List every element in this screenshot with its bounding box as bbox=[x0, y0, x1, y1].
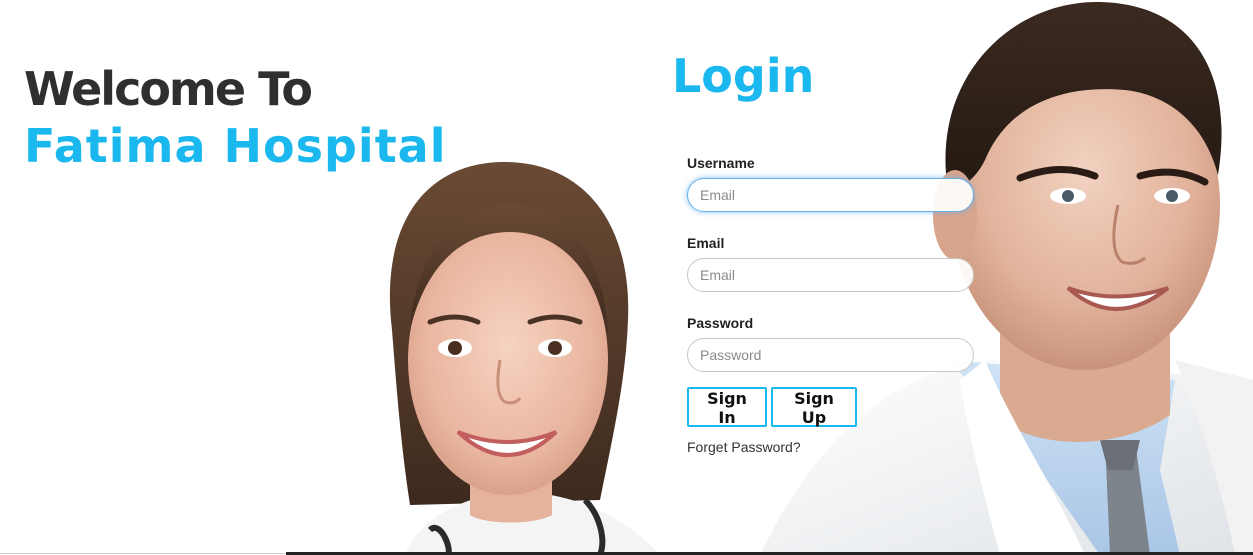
bottom-divider-left bbox=[0, 553, 286, 554]
welcome-line: Welcome To bbox=[24, 62, 313, 116]
login-form: Username Email Password Sign In Sign Up … bbox=[687, 154, 977, 457]
login-page: Welcome To Fatima Hospital Login Usernam… bbox=[0, 0, 1253, 555]
button-row: Sign In Sign Up bbox=[687, 387, 977, 427]
hospital-name: Fatima Hospital bbox=[24, 119, 447, 173]
username-input[interactable] bbox=[687, 178, 974, 212]
email-input[interactable] bbox=[687, 258, 974, 292]
sign-up-button[interactable]: Sign Up bbox=[771, 387, 857, 427]
female-doctor-figure bbox=[389, 161, 660, 555]
login-title: Login bbox=[672, 49, 815, 103]
email-label: Email bbox=[687, 235, 725, 251]
password-label: Password bbox=[687, 315, 754, 331]
welcome-heading: Welcome To Fatima Hospital bbox=[24, 60, 447, 174]
forgot-password-link[interactable]: Forget Password? bbox=[687, 439, 801, 455]
username-label: Username bbox=[687, 155, 755, 171]
sign-in-button[interactable]: Sign In bbox=[687, 387, 767, 427]
password-input[interactable] bbox=[687, 338, 974, 372]
